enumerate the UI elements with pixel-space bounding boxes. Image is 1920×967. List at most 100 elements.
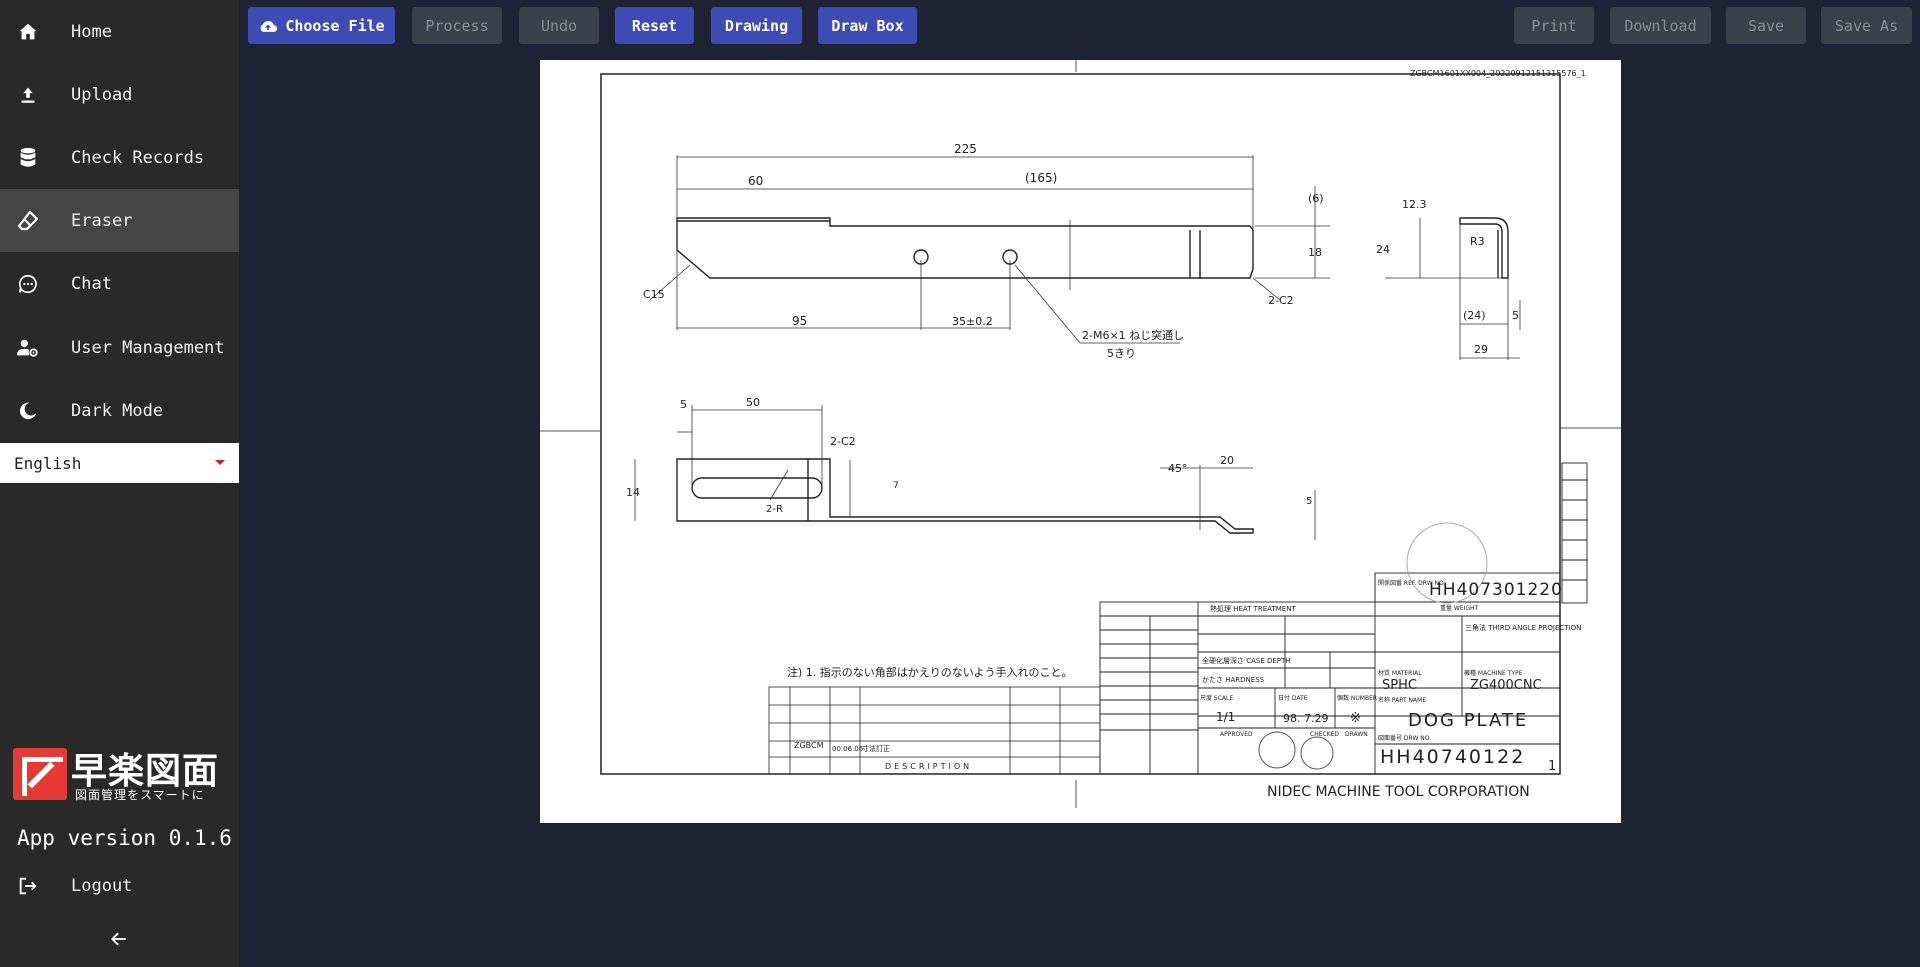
arrow-left-icon [111,932,126,946]
sidebar-item-check-records[interactable]: Check Records [0,126,239,189]
dim-5: 5 [1512,309,1519,322]
dim-95: 95 [792,314,807,328]
sidebar-item-label: Eraser [71,210,133,231]
approval-stamp [1258,731,1296,769]
main-workspace: ZGBCM1601XX004_20220912151315576_1 225 6… [239,58,1920,967]
check-stamp [1300,736,1334,770]
material-label: 材質 MATERIAL [1378,669,1422,677]
material-value: SPHC [1382,678,1417,693]
dim-24-ref: (24) [1463,309,1486,322]
sidebar-item-label: Home [71,21,112,42]
save-button[interactable]: Save [1726,7,1806,44]
note-m6: 2-M6×1 ねじ突通し [1082,328,1184,342]
sidebar: Home Upload Check Records Eraser Chat Us… [0,0,239,967]
number-label: 個数 NUMBER [1337,694,1377,702]
sidebar-item-eraser[interactable]: Eraser [0,189,239,252]
dim-18: 18 [1308,246,1322,259]
sidebar-item-label: Dark Mode [71,400,164,421]
dim-r3: R3 [1470,235,1485,248]
dim-165: (165) [1025,171,1057,185]
dim-35: 35±0.2 [952,315,993,328]
sidebar-item-label: Check Records [71,147,205,168]
part-top-view [676,217,1254,279]
dim-50: 50 [746,396,760,409]
technical-drawing: ZGBCM1601XX004_20220912151315576_1 225 6… [540,60,1621,808]
machine-type-label: 機種 MACHINE TYPE [1464,669,1523,677]
reset-button[interactable]: Reset [615,7,694,44]
app-logo: 早楽図面 図面管理をスマートに [13,746,223,802]
dimension-lines-side [1385,218,1521,360]
drawing-border [600,73,1561,775]
app-root: Home Upload Check Records Eraser Chat Us… [0,0,1920,967]
ref-drw-number: HH407301220 [1429,580,1563,600]
moon-icon [15,398,41,424]
scale-label: 尺度 SCALE [1200,694,1233,702]
dim-2-r: 2-R [766,504,783,515]
print-button[interactable]: Print [1514,7,1594,44]
sheet-number: 1 [1548,759,1556,774]
weight-label: 重量 WEIGHT [1440,604,1479,612]
sidebar-item-dark-mode[interactable]: Dark Mode [0,379,239,442]
part-name-label: 名称 PART NAME [1378,696,1426,704]
logo-mark-icon [13,748,67,800]
company-name: NIDEC MACHINE TOOL CORPORATION [1267,784,1530,800]
drw-no-value: HH40740122 [1380,746,1525,768]
revision-description: 寸法訂正 [862,744,890,753]
dim-45-deg: 45° [1168,462,1188,475]
scale-value: 1/1 [1216,710,1235,724]
home-icon [15,19,41,45]
dim-5-bottom: 5 [680,398,687,411]
dim-6: (6) [1308,192,1324,205]
number-value: ※ [1350,711,1361,726]
date-label: 日付 DATE [1278,694,1308,702]
dimension-lines-bottom [634,405,1316,540]
caret-down-icon [215,460,225,465]
dim-2-c2-bottom: 2-C2 [830,435,856,448]
dim-14: 14 [626,486,640,499]
sidebar-item-upload[interactable]: Upload [0,63,239,126]
sidebar-item-label: Upload [71,84,133,105]
part-name-value: DOG PLATE [1408,710,1528,731]
dim-12-3: 12.3 [1402,198,1427,211]
undo-button[interactable]: Undo [519,7,599,44]
drawing-button[interactable]: Drawing [711,7,802,44]
description-label: DESCRIPTION [885,762,972,771]
draw-box-button[interactable]: Draw Box [818,7,917,44]
logout-button[interactable]: Logout [0,854,239,917]
choose-file-label: Choose File [285,16,385,35]
drawn-label: DRAWN [1345,731,1368,738]
process-button[interactable]: Process [412,7,502,44]
dim-20: 20 [1220,454,1234,467]
dim-c15: C15 [643,288,665,301]
dim-225: 225 [954,142,977,156]
sidebar-item-chat[interactable]: Chat [0,252,239,315]
sidebar-item-label: Chat [71,273,112,294]
approved-label: APPROVED [1220,731,1253,738]
eraser-icon [15,208,41,234]
dim-2-c2: 2-C2 [1268,294,1294,307]
logout-label: Logout [71,875,133,896]
download-button[interactable]: Download [1610,7,1711,44]
user-settings-icon [15,335,41,361]
dim-60: 60 [748,174,763,188]
note-kiri: 5きり [1107,347,1136,360]
sidebar-item-label: User Management [71,337,225,358]
projection-label: 三角法 THIRD ANGLE PROJECTION [1465,623,1581,632]
heat-treatment-label: 熱処理 HEAT TREATMENT [1210,604,1296,613]
save-as-button[interactable]: Save As [1821,7,1912,44]
logout-icon [15,873,41,899]
date-value: 98. 7.29 [1283,712,1328,725]
revision-date: 00.06.06 [832,745,864,753]
cloud-upload-icon [260,20,278,32]
sidebar-item-home[interactable]: Home [0,0,239,63]
dim-24: 24 [1376,243,1390,256]
upload-icon [15,82,41,108]
drawing-canvas[interactable]: ZGBCM1601XX004_20220912151315576_1 225 6… [540,60,1621,823]
part-bottom-view [676,458,1254,534]
sidebar-item-user-management[interactable]: User Management [0,316,239,379]
dim-7: 7 [893,481,899,491]
language-select[interactable]: English [0,443,239,483]
logo-subtitle: 図面管理をスマートに [75,788,205,802]
choose-file-button[interactable]: Choose File [248,7,395,44]
collapse-sidebar-button[interactable] [106,926,132,952]
